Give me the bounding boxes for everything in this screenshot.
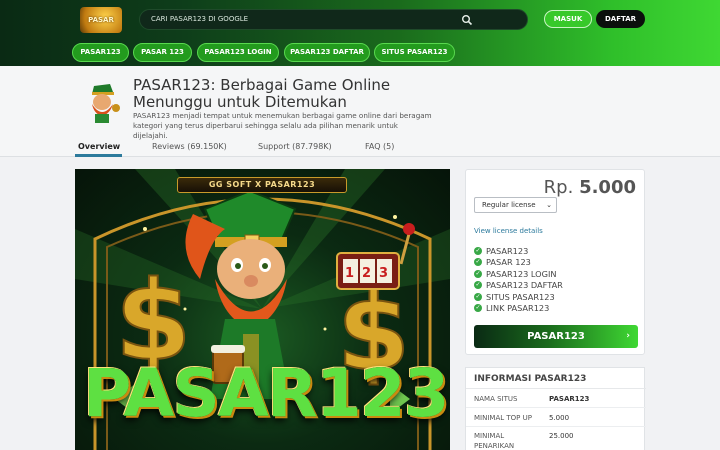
- search-input[interactable]: CARI PASAR123 DI GOOGLE: [139, 9, 528, 30]
- feature-item: ✓ PASAR123: [474, 246, 528, 257]
- license-select[interactable]: Regular license ⌄: [474, 197, 557, 213]
- feature-label: LINK PASAR123: [486, 303, 550, 313]
- price-amount: 5.000: [579, 177, 636, 198]
- info-table: INFORMASI PASAR123 NAMA SITUS PASAR123 M…: [465, 367, 646, 450]
- info-key: NAMA SITUS: [474, 395, 518, 403]
- tab-overview[interactable]: Overview: [78, 142, 120, 151]
- nav-item-pasar-123[interactable]: PASAR 123: [133, 43, 192, 62]
- info-key: MINIMAL PENARIKAN: [474, 432, 515, 450]
- purchase-box: Rp. 5.000 Regular license ⌄ View license…: [465, 169, 645, 355]
- site-header: PASAR CARI PASAR123 DI GOOGLE MASUK DAFT…: [0, 0, 720, 66]
- table-row: MINIMAL PENARIKAN 25.000: [466, 427, 646, 450]
- check-icon: ✓: [474, 246, 482, 255]
- info-value: 25.000: [549, 432, 574, 440]
- tab-support[interactable]: Support (87.798K): [258, 142, 332, 151]
- feature-label: PASAR123: [486, 246, 529, 256]
- nav-item-situs[interactable]: SITUS PASAR123: [374, 43, 455, 62]
- check-icon: ✓: [474, 292, 482, 301]
- svg-text:3: 3: [379, 266, 388, 281]
- feature-item: ✓ SITUS PASAR123: [474, 292, 555, 303]
- info-value: 5.000: [549, 414, 570, 422]
- nav-item-pasar123[interactable]: PASAR123: [72, 43, 129, 62]
- feature-item: ✓ PASAR123 LOGIN: [474, 269, 556, 280]
- active-tab-indicator: [75, 154, 122, 157]
- tab-faq[interactable]: FAQ (5): [365, 142, 394, 151]
- search-icon[interactable]: [461, 14, 473, 26]
- chevron-down-icon: ⌄: [546, 201, 552, 209]
- page-description: PASAR123 menjadi tempat untuk menemukan …: [133, 111, 432, 140]
- site-logo[interactable]: PASAR: [80, 7, 122, 33]
- buy-button[interactable]: PASAR123 ›: [474, 325, 638, 348]
- page-title: PASAR123: Berbagai Game Online Menunggu …: [133, 76, 391, 111]
- check-icon: ✓: [474, 269, 482, 278]
- check-icon: ✓: [474, 257, 482, 266]
- check-icon: ✓: [474, 303, 482, 312]
- product-banner-image: $ $ 1 2 3 GG SOFT X PASAR123 PASAR123: [75, 169, 450, 450]
- license-details-link[interactable]: View license details: [474, 227, 543, 235]
- price-currency: Rp.: [543, 177, 574, 198]
- register-button[interactable]: DAFTAR: [596, 10, 645, 28]
- info-title: INFORMASI PASAR123: [474, 374, 587, 384]
- banner-title: PASAR123: [83, 355, 450, 432]
- feature-label: SITUS PASAR123: [486, 292, 555, 302]
- info-key: MINIMAL TOP UP: [474, 414, 532, 422]
- table-row: MINIMAL TOP UP 5.000: [466, 408, 646, 427]
- feature-item: ✓ LINK PASAR123: [474, 303, 549, 314]
- banner-brand-strip: GG SOFT X PASAR123: [177, 177, 347, 193]
- check-icon: ✓: [474, 280, 482, 289]
- tab-reviews[interactable]: Reviews (69.150K): [152, 142, 227, 151]
- search-placeholder: CARI PASAR123 DI GOOGLE: [151, 15, 249, 23]
- chevron-right-icon: ›: [626, 331, 630, 341]
- product-thumbnail[interactable]: [80, 78, 125, 124]
- svg-text:1: 1: [345, 266, 354, 281]
- license-select-value: Regular license: [482, 201, 536, 209]
- buy-button-label: PASAR123: [527, 331, 585, 342]
- logo-text: PASAR: [88, 16, 114, 24]
- nav-item-login[interactable]: PASAR123 LOGIN: [197, 43, 279, 62]
- table-row: NAMA SITUS PASAR123: [466, 389, 646, 408]
- login-button[interactable]: MASUK: [544, 10, 592, 28]
- nav-item-daftar[interactable]: PASAR123 DAFTAR: [284, 43, 370, 62]
- feature-label: PASAR 123: [486, 257, 531, 267]
- feature-item: ✓ PASAR123 DAFTAR: [474, 280, 563, 291]
- price: Rp. 5.000: [544, 177, 636, 198]
- svg-text:2: 2: [362, 266, 371, 281]
- feature-label: PASAR123 DAFTAR: [486, 280, 563, 290]
- feature-label: PASAR123 LOGIN: [486, 269, 557, 279]
- info-value: PASAR123: [549, 395, 590, 403]
- feature-item: ✓ PASAR 123: [474, 257, 531, 268]
